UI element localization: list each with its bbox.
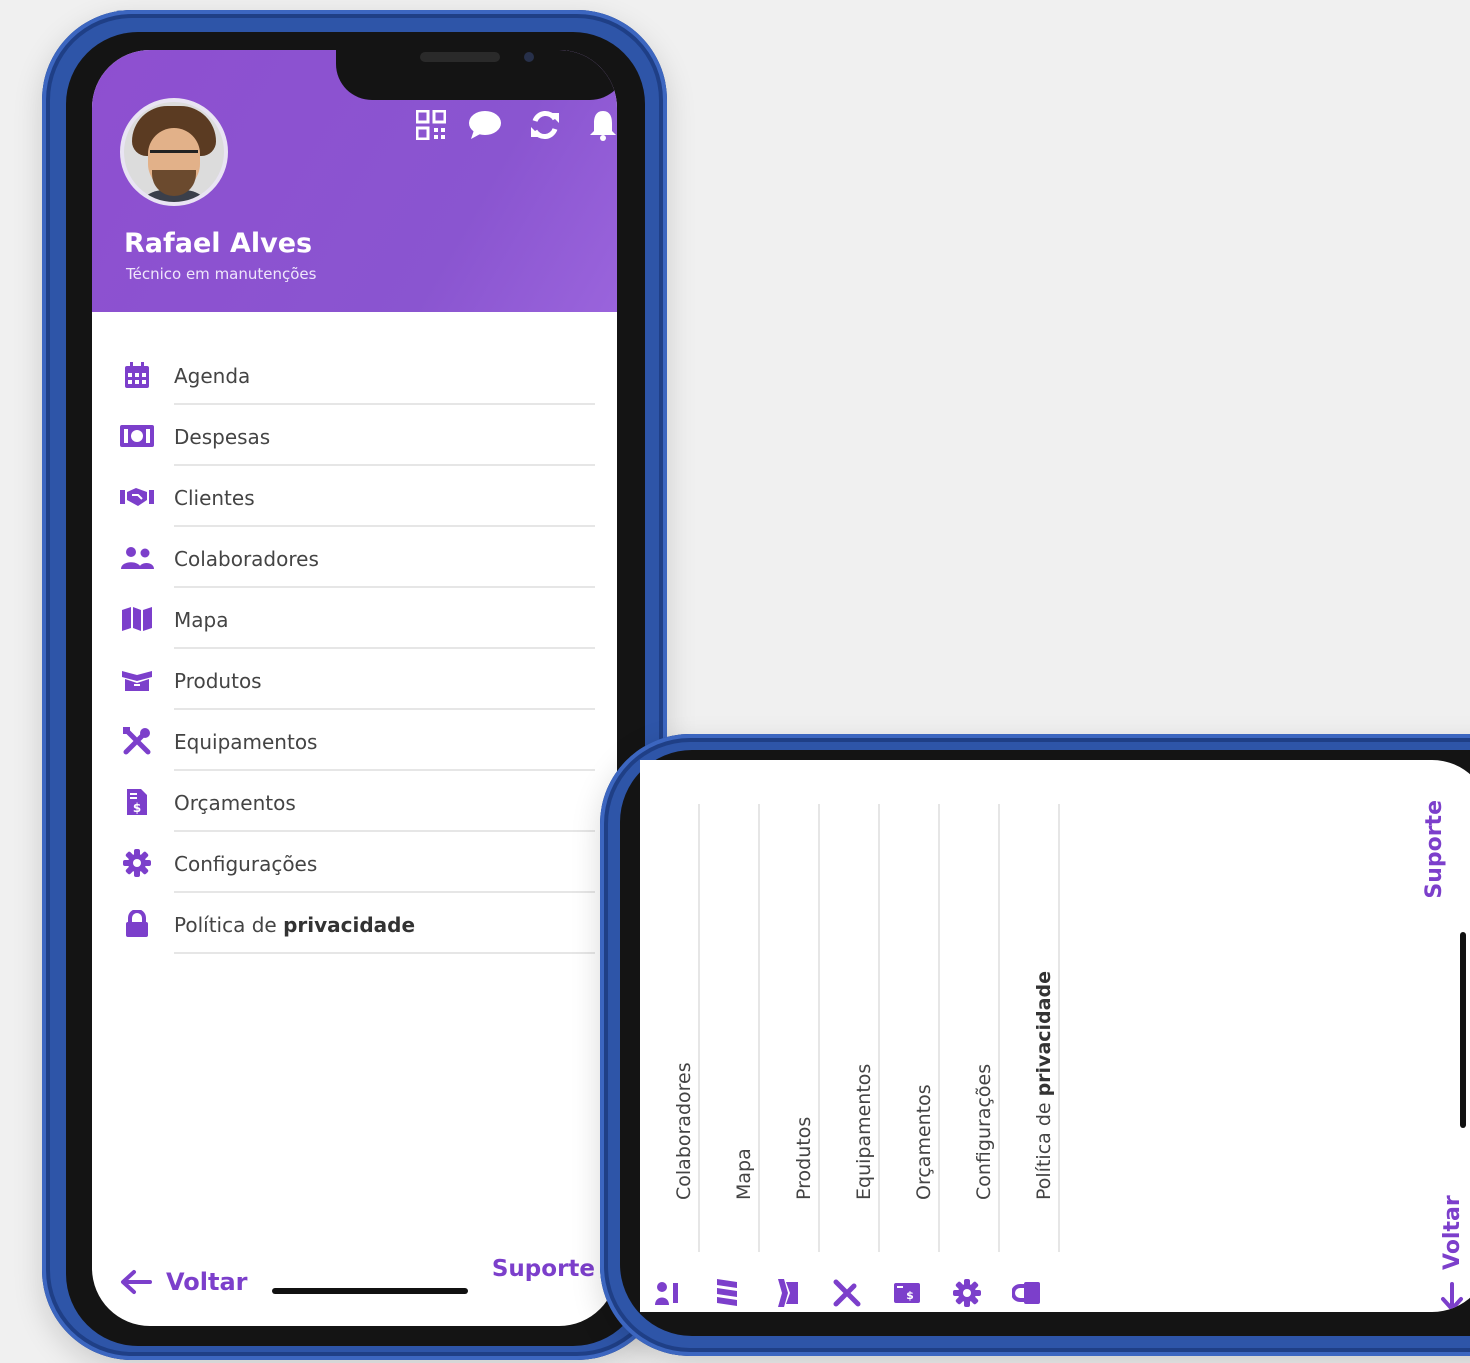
back-button[interactable]: Voltar [120, 1268, 247, 1296]
map-icon [710, 1278, 744, 1308]
menu-item-agenda[interactable]: Agenda [120, 346, 595, 407]
boxes-icon [770, 1278, 804, 1308]
menu-label: Política de privacidade [1033, 971, 1055, 1200]
landscape-item-equipamentos[interactable]: Equipamentos [820, 780, 880, 1312]
menu-item-politica-privacidade[interactable]: Política de privacidade [120, 895, 595, 956]
menu-label: Política de privacidade [174, 913, 416, 937]
users-icon [650, 1278, 684, 1308]
menu-label: Colaboradores [174, 547, 319, 571]
lock-icon [1010, 1278, 1044, 1308]
menu-item-orcamentos[interactable]: $ Orçamentos [120, 773, 595, 834]
support-button[interactable]: Suporte [1422, 800, 1452, 920]
support-button[interactable]: Suporte [492, 1256, 595, 1282]
invoice-icon: $ [120, 787, 154, 817]
back-label: Voltar [1439, 1195, 1465, 1270]
gear-icon [120, 848, 154, 878]
arrow-left-icon [120, 1269, 152, 1295]
qr-code-icon[interactable] [414, 108, 448, 142]
landscape-item-configuracoes[interactable]: Configurações [940, 780, 1000, 1312]
menu-item-clientes[interactable]: Clientes [120, 468, 595, 529]
landscape-item-mapa[interactable]: Mapa [700, 780, 760, 1312]
tools-icon [830, 1278, 864, 1308]
home-indicator [272, 1288, 468, 1294]
menu-label: Despesas [174, 425, 271, 449]
money-icon [120, 421, 154, 451]
lock-icon [120, 909, 154, 939]
menu-item-despesas[interactable]: Despesas [120, 407, 595, 468]
back-label: Voltar [166, 1268, 248, 1296]
portrait-phone: Rafael Alves Técnico em manutenções Agen… [42, 10, 667, 1360]
menu-label: Clientes [174, 486, 255, 510]
phone-notch [336, 50, 617, 100]
landscape-item-colaboradores[interactable]: Colaboradores [640, 780, 700, 1312]
portrait-screen: Rafael Alves Técnico em manutenções Agen… [92, 50, 617, 1326]
handshake-icon [120, 482, 154, 512]
menu-label: Orçamentos [174, 791, 296, 815]
side-menu: Agenda Despesas Clientes Colaboradores M… [120, 346, 595, 956]
svg-text:$: $ [906, 1289, 914, 1302]
landscape-phone: Colaboradores Mapa Produtos Equipamentos [600, 734, 1470, 1356]
calendar-icon [120, 360, 154, 390]
menu-item-mapa[interactable]: Mapa [120, 590, 595, 651]
tools-icon [120, 726, 154, 756]
menu-item-equipamentos[interactable]: Equipamentos [120, 712, 595, 773]
map-icon [120, 604, 154, 634]
menu-label: Mapa [174, 608, 229, 632]
menu-label: Configurações [174, 852, 318, 876]
gear-icon [950, 1278, 984, 1308]
svg-text:$: $ [133, 801, 141, 815]
boxes-icon [120, 665, 154, 695]
menu-label: Produtos [174, 669, 262, 693]
chat-icon[interactable] [468, 108, 502, 142]
menu-item-colaboradores[interactable]: Colaboradores [120, 529, 595, 590]
menu-label: Equipamentos [174, 730, 318, 754]
sync-icon[interactable] [528, 108, 562, 142]
avatar[interactable] [120, 98, 228, 206]
home-indicator [1460, 932, 1466, 1128]
users-icon [120, 543, 154, 573]
landscape-item-produtos[interactable]: Produtos [760, 780, 820, 1312]
landscape-screen: Colaboradores Mapa Produtos Equipamentos [640, 760, 1470, 1312]
landscape-item-politica-privacidade[interactable]: Política de privacidade [1000, 780, 1060, 1312]
arrow-left-icon [1440, 1282, 1464, 1312]
menu-label: Agenda [174, 364, 251, 388]
menu-item-configuracoes[interactable]: Configurações [120, 834, 595, 895]
user-name: Rafael Alves [124, 228, 313, 259]
back-button[interactable]: Voltar [1432, 1112, 1470, 1312]
bell-icon[interactable] [586, 108, 617, 142]
menu-item-produtos[interactable]: Produtos [120, 651, 595, 712]
user-role: Técnico em manutenções [126, 265, 317, 283]
landscape-item-orcamentos[interactable]: Orçamentos $ [880, 780, 940, 1312]
invoice-icon: $ [890, 1278, 924, 1308]
